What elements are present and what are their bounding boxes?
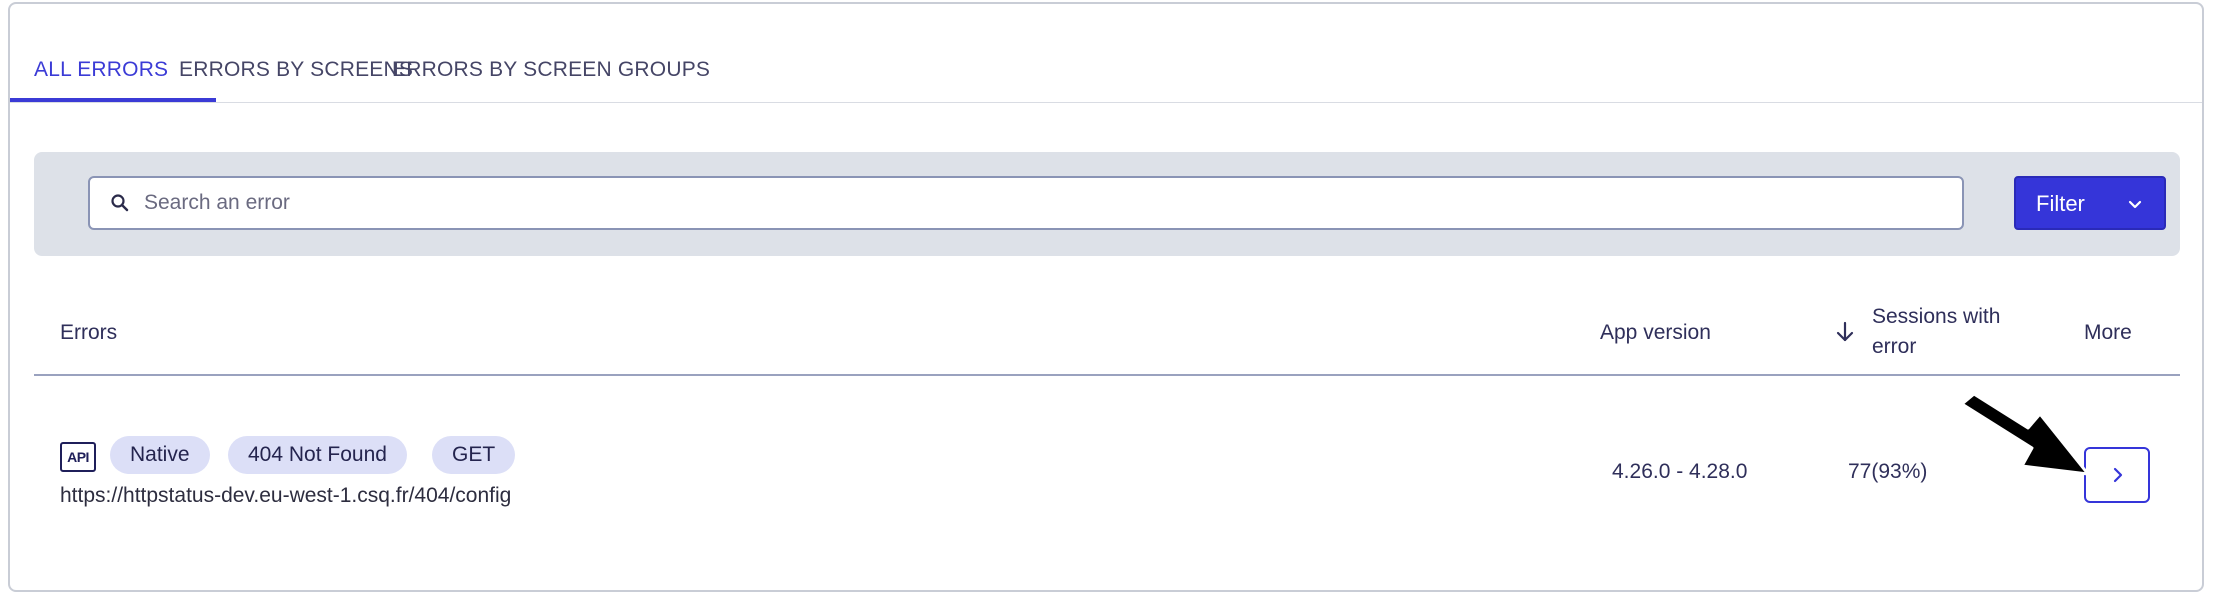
table-header-divider — [34, 374, 2180, 376]
column-header-more: More — [2084, 321, 2132, 344]
search-icon — [111, 194, 129, 212]
sessions-value: 77(93%) — [1848, 460, 1928, 483]
search-toolbar: Filter — [34, 152, 2180, 256]
tab-errors-by-screens[interactable]: ERRORS BY SCREENS — [179, 58, 413, 82]
tab-errors-by-screen-groups[interactable]: ERRORS BY SCREEN GROUPS — [392, 58, 710, 82]
column-header-sessions[interactable]: Sessions with error — [1872, 302, 2000, 362]
chevron-down-icon — [2128, 200, 2142, 209]
tag-chip-platform: Native — [110, 436, 210, 474]
tab-bar: ALL ERRORS ERRORS BY SCREENS ERRORS BY S… — [10, 4, 2202, 103]
search-field[interactable] — [88, 176, 1964, 230]
tag-chip-status: 404 Not Found — [228, 436, 407, 474]
api-icon: API — [60, 442, 96, 472]
errors-panel: ALL ERRORS ERRORS BY SCREENS ERRORS BY S… — [8, 2, 2204, 592]
column-header-sessions-line1: Sessions with — [1872, 305, 2001, 328]
tab-all-errors[interactable]: ALL ERRORS — [34, 58, 168, 82]
row-details-button[interactable] — [2084, 447, 2150, 503]
arrow-down-icon[interactable] — [1834, 320, 1856, 344]
chevron-right-icon — [2113, 467, 2123, 483]
search-input[interactable] — [144, 186, 1934, 220]
column-header-app-version[interactable]: App version — [1600, 318, 1711, 348]
filter-button[interactable]: Filter — [2014, 176, 2166, 230]
error-url: https://httpstatus-dev.eu-west-1.csq.fr/… — [60, 484, 512, 507]
column-header-errors: Errors — [60, 321, 118, 344]
active-tab-indicator — [10, 98, 216, 102]
column-header-sessions-line2: error — [1872, 335, 1917, 358]
filter-button-label: Filter — [2036, 191, 2085, 216]
pointer-arrow-icon — [1960, 392, 2090, 476]
tag-chip-method: GET — [432, 436, 516, 474]
app-version-value: 4.26.0 - 4.28.0 — [1612, 460, 1748, 483]
